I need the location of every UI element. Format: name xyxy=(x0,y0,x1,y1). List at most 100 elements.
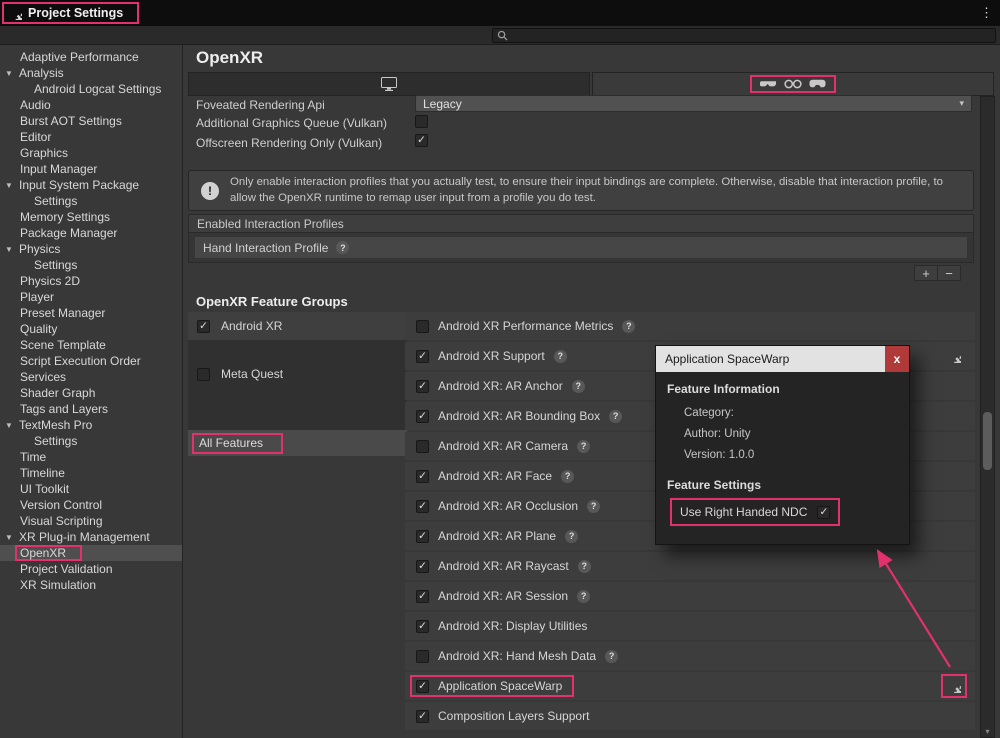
feature-row[interactable]: Android XR: Display Utilities xyxy=(405,612,975,640)
gear-icon xyxy=(9,7,22,20)
remove-profile-button[interactable]: − xyxy=(937,266,960,280)
feature-group-row[interactable]: Meta Quest xyxy=(188,360,407,388)
sidebar-item[interactable]: XR Simulation xyxy=(0,577,182,593)
sidebar-item[interactable]: Settings xyxy=(0,433,182,449)
sidebar-item[interactable]: TextMesh Pro xyxy=(0,417,182,433)
settings-toolbar xyxy=(0,26,1000,45)
feature-checkbox[interactable] xyxy=(416,380,429,393)
help-icon[interactable] xyxy=(554,350,567,363)
help-icon[interactable] xyxy=(578,560,591,573)
sidebar-item[interactable]: Player xyxy=(0,289,182,305)
feature-row[interactable]: Android XR: Hand Mesh Data xyxy=(405,642,975,670)
sidebar-item[interactable]: OpenXR xyxy=(0,545,182,561)
sidebar-item[interactable]: Analysis xyxy=(0,65,182,81)
sidebar-item[interactable]: UI Toolkit xyxy=(0,481,182,497)
scrollbar-thumb[interactable] xyxy=(983,412,992,470)
kebab-menu-icon[interactable]: ⋮ xyxy=(980,5,993,21)
sidebar-item[interactable]: Burst AOT Settings xyxy=(0,113,182,129)
sidebar-item[interactable]: Script Execution Order xyxy=(0,353,182,369)
sidebar-item-label: Tags and Layers xyxy=(15,401,124,417)
sidebar-item[interactable]: Version Control xyxy=(0,497,182,513)
feature-toggle-group: Android XR: AR Bounding Box xyxy=(410,405,634,427)
sidebar-item[interactable]: Quality xyxy=(0,321,182,337)
help-icon[interactable] xyxy=(577,440,590,453)
sidebar-item[interactable]: Physics xyxy=(0,241,182,257)
add-profile-button[interactable]: + xyxy=(915,266,937,280)
feature-checkbox[interactable] xyxy=(416,680,429,693)
close-icon[interactable]: x xyxy=(885,346,909,372)
feature-checkbox[interactable] xyxy=(416,590,429,603)
search-input[interactable] xyxy=(492,28,996,43)
sidebar-item[interactable]: Adaptive Performance xyxy=(0,49,182,65)
sidebar-item[interactable]: Time xyxy=(0,449,182,465)
feature-gear-button[interactable] xyxy=(941,674,967,698)
offscreen-rendering-checkbox[interactable] xyxy=(415,134,428,147)
sidebar-item[interactable]: Package Manager xyxy=(0,225,182,241)
feature-checkbox[interactable] xyxy=(416,470,429,483)
feature-checkbox[interactable] xyxy=(416,530,429,543)
feature-group-row[interactable]: Android XR xyxy=(188,312,407,340)
feature-checkbox[interactable] xyxy=(416,710,429,723)
feature-gear-button[interactable] xyxy=(941,344,967,368)
sidebar-item[interactable]: Shader Graph xyxy=(0,385,182,401)
feature-checkbox[interactable] xyxy=(416,620,429,633)
feature-checkbox[interactable] xyxy=(416,650,429,663)
vertical-scrollbar[interactable]: ▾ xyxy=(980,96,995,738)
feature-checkbox[interactable] xyxy=(416,500,429,513)
sidebar-item[interactable]: Scene Template xyxy=(0,337,182,353)
additional-graphics-queue-checkbox[interactable] xyxy=(415,115,428,128)
sidebar-item[interactable]: Timeline xyxy=(0,465,182,481)
scroll-down-arrow-icon[interactable]: ▾ xyxy=(981,727,994,736)
sidebar-item-label: TextMesh Pro xyxy=(14,417,108,433)
feature-checkbox[interactable] xyxy=(416,350,429,363)
help-icon[interactable] xyxy=(572,380,585,393)
sidebar-item-label: Preset Manager xyxy=(15,305,121,321)
feature-checkbox[interactable] xyxy=(416,440,429,453)
sidebar-item[interactable]: Preset Manager xyxy=(0,305,182,321)
sidebar-item[interactable]: Physics 2D xyxy=(0,273,182,289)
sidebar-item[interactable]: Memory Settings xyxy=(0,209,182,225)
help-icon[interactable] xyxy=(609,410,622,423)
feature-group-label: Meta Quest xyxy=(221,367,283,381)
sidebar-item[interactable]: Visual Scripting xyxy=(0,513,182,529)
use-right-handed-ndc-checkbox[interactable] xyxy=(817,506,830,519)
sidebar-item[interactable]: Settings xyxy=(0,193,182,209)
feature-toggle-group: Android XR: AR Plane xyxy=(410,525,590,547)
help-icon[interactable] xyxy=(605,650,618,663)
feature-checkbox[interactable] xyxy=(416,560,429,573)
sidebar-item[interactable]: Tags and Layers xyxy=(0,401,182,417)
sidebar-item[interactable]: Android Logcat Settings xyxy=(0,81,182,97)
interaction-profile-row[interactable]: Hand Interaction Profile xyxy=(195,237,967,258)
foveated-rendering-dropdown[interactable]: Legacy ▾ xyxy=(415,95,972,112)
tab-xr-devices[interactable] xyxy=(592,72,994,96)
help-icon[interactable] xyxy=(565,530,578,543)
help-icon[interactable] xyxy=(561,470,574,483)
feature-label: Android XR: AR Bounding Box xyxy=(438,409,600,423)
feature-group-checkbox[interactable] xyxy=(197,320,210,333)
all-features-button[interactable]: All Features xyxy=(188,430,407,456)
feature-row[interactable]: Composition Layers Support xyxy=(405,702,975,730)
sidebar-item[interactable]: Input Manager xyxy=(0,161,182,177)
feature-row[interactable]: Android XR: AR Session xyxy=(405,582,975,610)
help-icon[interactable] xyxy=(587,500,600,513)
sidebar-item[interactable]: Project Validation xyxy=(0,561,182,577)
sidebar-item[interactable]: XR Plug-in Management xyxy=(0,529,182,545)
sidebar-item-label: Project Validation xyxy=(15,561,129,577)
sidebar-item[interactable]: Settings xyxy=(0,257,182,273)
sidebar-item[interactable]: Services xyxy=(0,369,182,385)
feature-row[interactable]: Android XR: AR Raycast xyxy=(405,552,975,580)
feature-group-checkbox[interactable] xyxy=(197,368,210,381)
tab-desktop[interactable] xyxy=(188,72,590,96)
sidebar-item-label: Visual Scripting xyxy=(15,513,119,529)
feature-row[interactable]: Android XR Performance Metrics xyxy=(405,312,975,340)
sidebar-item[interactable]: Audio xyxy=(0,97,182,113)
feature-checkbox[interactable] xyxy=(416,410,429,423)
feature-checkbox[interactable] xyxy=(416,320,429,333)
sidebar-item[interactable]: Editor xyxy=(0,129,182,145)
sidebar-item[interactable]: Input System Package xyxy=(0,177,182,193)
help-icon[interactable] xyxy=(622,320,635,333)
help-icon[interactable] xyxy=(336,241,349,254)
sidebar-item[interactable]: Graphics xyxy=(0,145,182,161)
help-icon[interactable] xyxy=(577,590,590,603)
feature-row[interactable]: Application SpaceWarp xyxy=(405,672,975,700)
